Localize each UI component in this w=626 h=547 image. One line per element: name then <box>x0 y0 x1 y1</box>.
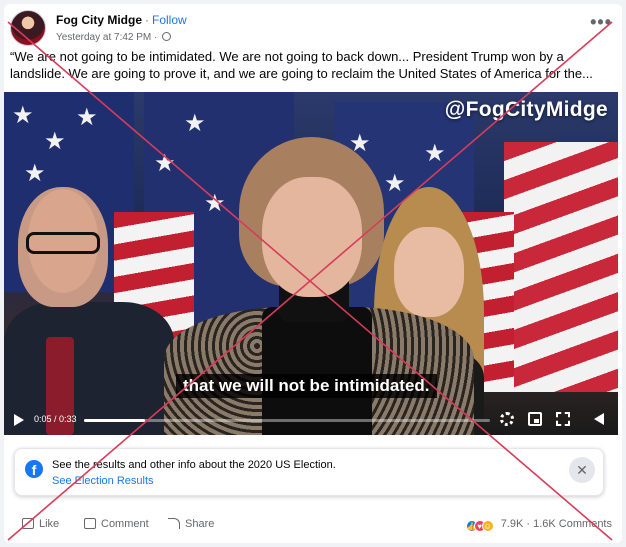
flag-right <box>504 142 618 392</box>
comment-button[interactable]: Comment <box>84 518 149 530</box>
count-separator: · <box>526 518 531 530</box>
like-label: Like <box>39 518 60 530</box>
action-bar: Like Comment Share 👍♥ ☺ 7.9K · 1.6K Comme… <box>10 516 616 536</box>
fullscreen-icon[interactable] <box>556 412 570 426</box>
star-icon: ★ <box>384 170 406 197</box>
gear-icon[interactable] <box>500 412 514 426</box>
close-button[interactable]: ✕ <box>569 457 595 483</box>
star-icon: ★ <box>204 190 226 217</box>
share-button[interactable]: Share <box>168 518 214 530</box>
haha-reaction-icon: ☺ <box>481 520 494 532</box>
like-button[interactable]: Like <box>22 518 59 530</box>
election-results-link[interactable]: See Election Results <box>52 475 154 487</box>
comment-label: Comment <box>101 518 149 530</box>
comment-count[interactable]: 1.6K Comments <box>533 518 612 530</box>
election-info-text: See the results and other info about the… <box>52 459 336 471</box>
share-label: Share <box>185 518 215 530</box>
person-right-face <box>394 227 464 317</box>
meta-separator: · <box>154 32 158 43</box>
video-caption: that we will not be intimidated. <box>176 374 437 398</box>
star-icon: ★ <box>184 110 206 137</box>
thumbs-up-icon <box>22 518 34 529</box>
star-icon: ★ <box>12 102 34 129</box>
glasses <box>26 232 100 254</box>
election-info-box: f See the results and other info about t… <box>14 448 604 496</box>
reaction-count: 7.9K <box>500 518 524 530</box>
avatar[interactable] <box>10 10 46 46</box>
post-header: Fog City Midge · Follow Yesterday at 7:42 … <box>10 10 616 52</box>
picture-in-picture-icon[interactable] <box>528 412 542 426</box>
globe-icon <box>162 32 172 41</box>
star-icon: ★ <box>76 104 98 131</box>
video-time: 0:05 / 0:33 <box>34 414 77 424</box>
video-controls: 0:05 / 0:33 <box>4 405 618 435</box>
separator-dot: · <box>145 13 149 27</box>
timestamp[interactable]: Yesterday at 7:42 PM <box>56 32 151 43</box>
star-icon: ★ <box>154 150 176 177</box>
post-text: “We are not going to be intimidated. We … <box>10 49 593 81</box>
share-icon <box>168 518 180 529</box>
post-meta: Yesterday at 7:42 PM · <box>56 32 172 43</box>
star-icon: ★ <box>44 128 66 155</box>
progress-bar[interactable] <box>84 419 490 422</box>
facebook-icon: f <box>25 460 43 478</box>
more-options-button[interactable]: ••• <box>590 12 612 33</box>
star-icon: ★ <box>424 140 446 167</box>
name-row: Fog City Midge · Follow <box>56 13 187 27</box>
person-center-face <box>262 177 362 297</box>
play-icon[interactable] <box>14 414 24 426</box>
star-icon: ★ <box>24 160 46 187</box>
page-name[interactable]: Fog City Midge <box>56 13 142 27</box>
progress-fill <box>84 419 145 422</box>
reactions-summary[interactable]: 👍♥ ☺ 7.9K · 1.6K Comments <box>465 518 612 532</box>
volume-icon[interactable] <box>594 413 604 425</box>
video-player[interactable]: ★ ★ ★ ★ ★ ★ ★ ★ ★ ★ ★ @FogCityMidge that… <box>4 92 618 435</box>
follow-button[interactable]: Follow <box>152 13 187 27</box>
comment-icon <box>84 518 96 529</box>
video-watermark: @FogCityMidge <box>444 98 608 121</box>
